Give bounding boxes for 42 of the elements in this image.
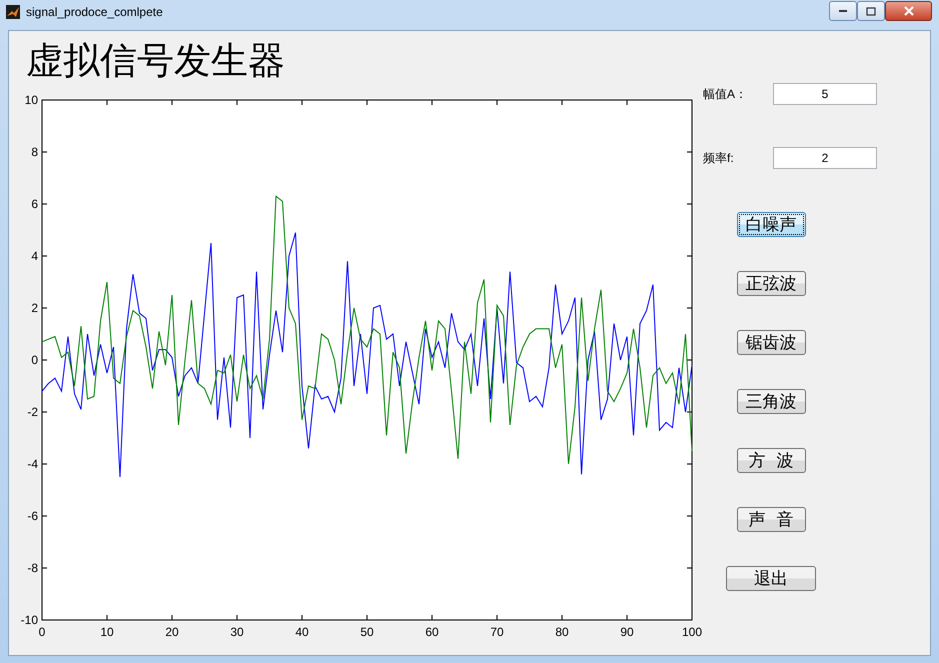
x-tick-label: 70 xyxy=(490,625,504,639)
y-tick-label: 8 xyxy=(31,145,38,159)
field-label: 频率f: xyxy=(703,150,735,166)
field-label: 幅值A： xyxy=(703,86,748,102)
input-field[interactable]: 2 xyxy=(773,147,877,169)
x-tick-label: 90 xyxy=(620,625,634,639)
y-tick-label: -8 xyxy=(27,561,38,575)
y-tick-label: -6 xyxy=(27,509,38,523)
wave-button[interactable]: 方 波 xyxy=(736,448,806,473)
x-tick-label: 60 xyxy=(425,625,439,639)
app-heading: 虚拟信号发生器 xyxy=(25,38,286,84)
x-tick-label: 80 xyxy=(555,625,569,639)
y-tick-label: 0 xyxy=(31,353,38,367)
wave-button[interactable]: 正弦波 xyxy=(736,271,806,296)
x-tick-label: 20 xyxy=(165,625,179,639)
input-field[interactable]: 5 xyxy=(773,83,877,105)
x-tick-label: 50 xyxy=(360,625,374,639)
x-tick-label: 30 xyxy=(230,625,244,639)
wave-button[interactable]: 三角波 xyxy=(736,389,806,414)
wave-button[interactable]: 声 音 xyxy=(736,507,806,532)
x-tick-label: 0 xyxy=(38,625,46,639)
window-title: signal_prodoce_comlpete xyxy=(26,5,163,19)
y-tick-label: 10 xyxy=(24,93,38,107)
x-tick-label: 40 xyxy=(295,625,309,639)
x-tick-label: 10 xyxy=(100,625,114,639)
y-tick-label: -2 xyxy=(27,405,38,419)
y-tick-label: 2 xyxy=(31,301,38,315)
y-tick-label: -4 xyxy=(27,457,38,471)
close-button[interactable] xyxy=(885,1,932,21)
close-icon xyxy=(904,6,914,16)
wave-button[interactable]: 白噪声 xyxy=(736,212,806,237)
x-tick-label: 100 xyxy=(682,625,702,639)
app-icon xyxy=(6,5,20,19)
y-tick-label: 4 xyxy=(31,249,38,263)
wave-button[interactable]: 锯齿波 xyxy=(736,330,806,355)
maximize-button[interactable] xyxy=(857,1,885,21)
exit-button[interactable]: 退出 xyxy=(726,566,816,591)
minimize-icon xyxy=(838,9,848,13)
minimize-button[interactable] xyxy=(829,1,857,21)
y-tick-label: -10 xyxy=(20,613,38,627)
maximize-icon xyxy=(866,6,876,16)
y-tick-label: 6 xyxy=(31,197,38,211)
